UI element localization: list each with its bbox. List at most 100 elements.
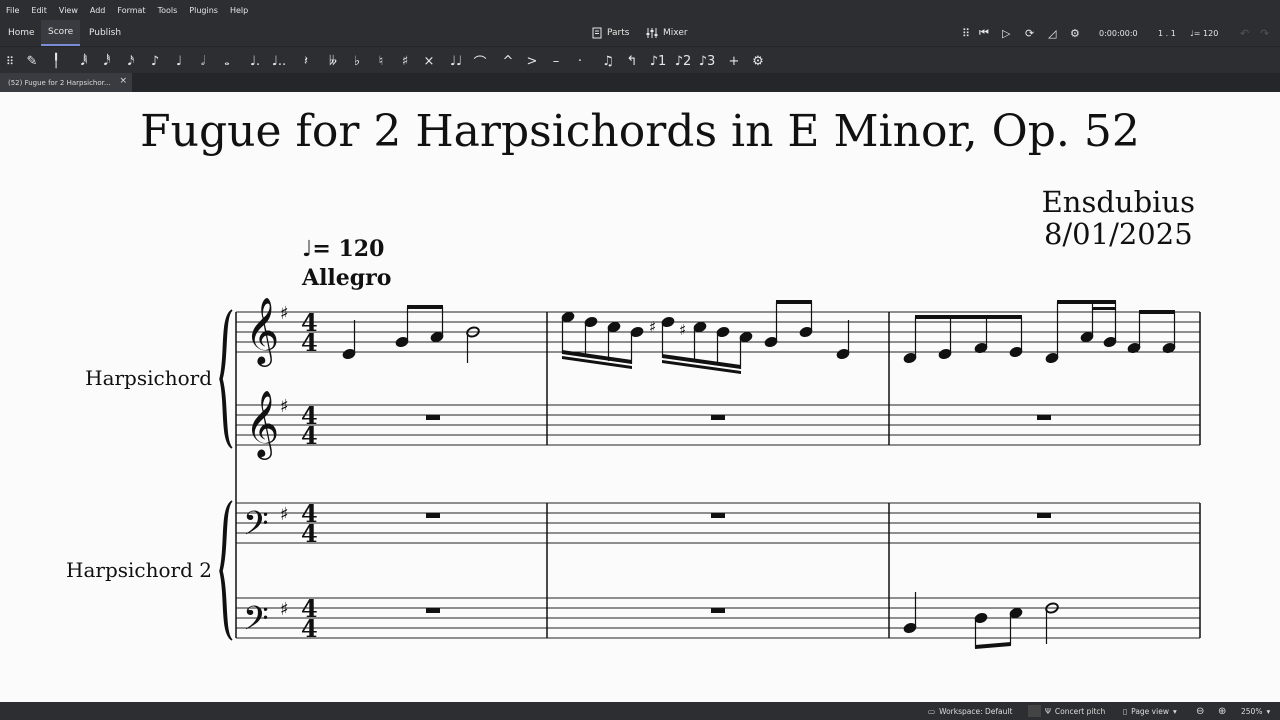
- flip-direction-icon[interactable]: ↰: [622, 51, 642, 71]
- drag-handle-icon[interactable]: ⠿: [962, 20, 970, 46]
- double-sharp-icon[interactable]: ×: [419, 51, 439, 71]
- duration-quarter-icon[interactable]: ♩: [169, 51, 189, 71]
- augmentation-dot-icon[interactable]: ♩.: [245, 51, 265, 71]
- metronome-icon[interactable]: ◿: [1048, 20, 1056, 46]
- slur-icon[interactable]: ⌒: [470, 51, 490, 71]
- note-input-pen-icon[interactable]: ✎: [22, 51, 42, 71]
- menu-format[interactable]: Format: [117, 6, 145, 15]
- undo-icon[interactable]: ↶: [1240, 20, 1249, 46]
- workspace-selector[interactable]: ▭ Workspace: Default: [928, 702, 1012, 720]
- measure-2-notes: ♯ ♯: [561, 300, 850, 374]
- music-notation[interactable]: 𝄞 𝄞 𝄢 𝄢 ♯ ♯ ♯ ♯ 44 44 44 44 ♯ ♯: [0, 92, 1280, 702]
- chevron-down-icon: ▾: [1172, 706, 1177, 716]
- tab-home[interactable]: Home: [1, 20, 42, 46]
- time-signature: 44 44 44 44: [301, 308, 318, 643]
- menu-edit[interactable]: Edit: [31, 6, 47, 15]
- loop-icon[interactable]: ⟳: [1025, 20, 1034, 46]
- accent-icon[interactable]: >: [522, 51, 542, 71]
- tuplet-icon[interactable]: ♫: [598, 51, 618, 71]
- menu-view[interactable]: View: [59, 6, 78, 15]
- measure-1-notes: [342, 305, 480, 363]
- brace-icon: [219, 309, 233, 449]
- tempo-display: ♩= 120: [1190, 28, 1219, 38]
- zoom-selector[interactable]: 250% ▾: [1241, 702, 1270, 720]
- sharp-icon[interactable]: ♯: [395, 51, 415, 71]
- menu-help[interactable]: Help: [230, 6, 248, 15]
- menu-file[interactable]: File: [6, 6, 19, 15]
- document-tabs: (52) Fugue for 2 Harpsichor... ×: [0, 73, 1280, 92]
- treble-clef-icon: 𝄞: [245, 389, 279, 460]
- flat-icon[interactable]: ♭: [347, 51, 367, 71]
- svg-text:♯: ♯: [679, 321, 686, 339]
- rest-icon[interactable]: 𝄽: [296, 51, 316, 71]
- menu-add[interactable]: Add: [90, 6, 106, 15]
- natural-icon[interactable]: ♮: [371, 51, 391, 71]
- parts-button[interactable]: Parts: [592, 25, 629, 41]
- time-display: 0:00:00:0: [1099, 28, 1138, 38]
- menu-bar: File Edit View Add Format Tools Plugins …: [0, 0, 1280, 20]
- duration-eighth-icon[interactable]: ♪: [145, 51, 165, 71]
- toolbar-settings-icon[interactable]: ⚙: [748, 51, 768, 71]
- chevron-down-icon: ▾: [1266, 706, 1271, 716]
- double-dot-icon[interactable]: ♩..: [269, 51, 289, 71]
- svg-text:4: 4: [301, 421, 318, 450]
- input-mode-icon[interactable]: ╿: [46, 51, 66, 71]
- duration-half-icon[interactable]: 𝅗𝅥: [193, 51, 213, 71]
- measure-3-bass-notes: [903, 592, 1059, 649]
- tab-publish[interactable]: Publish: [82, 20, 128, 46]
- duration-16th-icon[interactable]: 𝅘𝅥𝅯: [121, 51, 141, 71]
- mixer-button[interactable]: Mixer: [646, 25, 688, 41]
- position-display: 1 . 1: [1158, 28, 1176, 38]
- menu-tools[interactable]: Tools: [158, 6, 178, 15]
- tuning-fork-icon: Ψ: [1045, 706, 1051, 716]
- staccato-icon[interactable]: ·: [570, 51, 590, 71]
- score-page[interactable]: Fugue for 2 Harpsichords in E Minor, Op.…: [0, 92, 1280, 702]
- tab-score[interactable]: Score: [41, 20, 81, 46]
- concert-pitch-toggle[interactable]: Ψ Concert pitch: [1028, 702, 1105, 720]
- document-tab-label: (52) Fugue for 2 Harpsichor...: [8, 78, 111, 87]
- duration-32nd-icon[interactable]: 𝅘𝅥𝅰: [97, 51, 117, 71]
- top-tab-bar: Home Score Publish Parts Mixer ⠿ ⏮ ▷ ⟳ ◿…: [0, 20, 1280, 46]
- close-icon[interactable]: ×: [119, 76, 127, 86]
- menu-plugins[interactable]: Plugins: [189, 6, 218, 15]
- voice-2-icon[interactable]: ♪2: [673, 51, 693, 71]
- svg-text:♯: ♯: [280, 599, 289, 620]
- svg-text:4: 4: [301, 328, 318, 357]
- mixer-icon: [646, 28, 658, 38]
- svg-text:♯: ♯: [280, 396, 289, 417]
- tenuto-icon[interactable]: –: [546, 51, 566, 71]
- voice-1-icon[interactable]: ♪1: [648, 51, 668, 71]
- add-icon[interactable]: +: [724, 51, 744, 71]
- svg-text:♯: ♯: [280, 303, 289, 324]
- marcato-icon[interactable]: ^: [498, 51, 518, 71]
- view-mode-selector[interactable]: ▯ Page view ▾: [1123, 702, 1177, 720]
- zoom-in-icon[interactable]: ⊕: [1218, 702, 1226, 720]
- key-signature: ♯ ♯ ♯ ♯: [280, 303, 289, 620]
- svg-text:♯: ♯: [280, 504, 289, 525]
- duration-64th-icon[interactable]: 𝅘𝅥𝅱: [74, 51, 94, 71]
- zoom-value: 250%: [1241, 706, 1263, 716]
- parts-label: Parts: [607, 28, 630, 38]
- play-icon[interactable]: ▷: [1002, 20, 1010, 46]
- toolbar-handle-icon[interactable]: ⠿: [0, 51, 20, 71]
- zoom-out-icon[interactable]: ⊖: [1196, 702, 1204, 720]
- concert-pitch-label: Concert pitch: [1054, 706, 1106, 716]
- mixer-label: Mixer: [663, 28, 688, 38]
- document-tab[interactable]: (52) Fugue for 2 Harpsichor... ×: [0, 73, 132, 92]
- duration-whole-icon[interactable]: 𝅝: [217, 51, 237, 71]
- svg-text:4: 4: [301, 614, 318, 643]
- redo-icon[interactable]: ↷: [1260, 20, 1269, 46]
- double-flat-icon[interactable]: 𝄫: [323, 51, 343, 71]
- concert-pitch-checkbox[interactable]: [1028, 705, 1041, 717]
- svg-text:♯: ♯: [649, 318, 656, 336]
- rewind-icon[interactable]: ⏮: [979, 20, 989, 46]
- note-input-toolbar: ⠿ ✎ ╿ 𝅘𝅥𝅱 𝅘𝅥𝅰 𝅘𝅥𝅯 ♪ ♩ 𝅗𝅥 𝅝 ♩. ♩.. 𝄽 𝄫 ♭ …: [0, 46, 1280, 73]
- parts-icon: [592, 27, 602, 39]
- bass-clef-icon: 𝄢: [243, 505, 269, 551]
- tie-icon[interactable]: ♩♩: [446, 51, 466, 71]
- playback-settings-icon[interactable]: ⚙: [1070, 20, 1080, 46]
- workspace-icon: ▭: [928, 706, 936, 716]
- brace-icon: [219, 500, 233, 641]
- page-icon: ▯: [1123, 706, 1128, 716]
- voice-3-icon[interactable]: ♪3: [697, 51, 717, 71]
